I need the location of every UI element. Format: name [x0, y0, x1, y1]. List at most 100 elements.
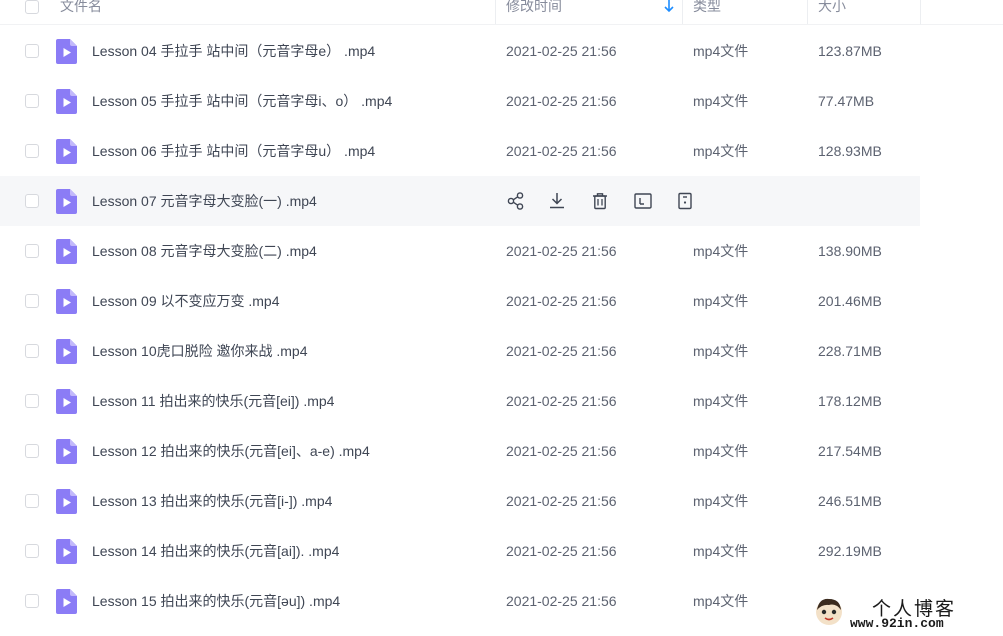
file-name[interactable]: Lesson 13 拍出来的快乐(元音[i-]) .mp4 — [92, 476, 332, 526]
row-checkbox[interactable] — [25, 544, 39, 558]
video-file-icon — [56, 439, 77, 464]
table-row[interactable]: Lesson 09 以不变应万变 .mp4 2021-02-25 21:56 mp4… — [0, 276, 920, 326]
table-row[interactable]: Lesson 14 拍出来的快乐(元音[ai]). .mp4 2021-02-25… — [0, 526, 920, 576]
table-row[interactable]: Lesson 05 手拉手 站中间（元音字母i、o） .mp4 2021-02-2… — [0, 76, 920, 126]
video-file-icon — [56, 339, 77, 364]
column-divider[interactable] — [495, 0, 496, 24]
file-type: mp4文件 — [693, 143, 749, 159]
file-type: mp4文件 — [693, 43, 749, 59]
file-size: 228.71MB — [818, 343, 882, 359]
row-checkbox[interactable] — [25, 494, 39, 508]
file-name[interactable]: Lesson 08 元音字母大变脸(二) .mp4 — [92, 226, 317, 276]
file-size: 128.93MB — [818, 143, 882, 159]
file-size: 201.46MB — [818, 293, 882, 309]
file-name[interactable]: Lesson 07 元音字母大变脸(一) .mp4 — [92, 176, 317, 226]
column-divider[interactable] — [807, 0, 808, 24]
table-row[interactable]: Lesson 07 元音字母大变脸(一) .mp4 — [0, 176, 920, 226]
file-size: 138.90MB — [818, 243, 882, 259]
file-name[interactable]: Lesson 11 拍出来的快乐(元音[ei]) .mp4 — [92, 376, 334, 426]
file-list-page: 文件名 修改时间 类型 大小 Lesson 04 手拉手 站中间（元音字母e） … — [0, 0, 1003, 636]
table-row[interactable]: Lesson 15 拍出来的快乐(元音[əu]) .mp4 2021-02-25 … — [0, 576, 920, 626]
column-divider[interactable] — [682, 0, 683, 24]
modified-time: 2021-02-25 21:56 — [506, 243, 617, 259]
select-all-checkbox[interactable] — [25, 0, 39, 14]
file-type: mp4文件 — [693, 593, 749, 609]
row-checkbox[interactable] — [25, 244, 39, 258]
row-checkbox[interactable] — [25, 594, 39, 608]
video-file-icon — [56, 139, 77, 164]
table-row[interactable]: Lesson 10虎口脱险 邀你来战 .mp4 2021-02-25 21:56 m… — [0, 326, 920, 376]
row-checkbox[interactable] — [25, 94, 39, 108]
watermark: 个人博客 www.92in.com — [810, 592, 1000, 634]
video-file-icon — [56, 589, 77, 614]
file-name[interactable]: Lesson 15 拍出来的快乐(元音[əu]) .mp4 — [92, 576, 340, 626]
file-type: mp4文件 — [693, 293, 749, 309]
row-checkbox[interactable] — [25, 194, 39, 208]
video-file-icon — [56, 389, 77, 414]
row-checkbox[interactable] — [25, 44, 39, 58]
video-file-icon — [56, 539, 77, 564]
modified-time: 2021-02-25 21:56 — [506, 443, 617, 459]
arrow-down-icon[interactable] — [663, 0, 675, 17]
column-header-name[interactable]: 文件名 — [60, 0, 102, 24]
row-checkbox[interactable] — [25, 344, 39, 358]
row-checkbox[interactable] — [25, 394, 39, 408]
video-file-icon — [56, 289, 77, 314]
file-name[interactable]: Lesson 12 拍出来的快乐(元音[ei]、a-e) .mp4 — [92, 426, 370, 476]
video-file-icon — [56, 39, 77, 64]
more-icon[interactable] — [674, 190, 696, 212]
row-checkbox[interactable] — [25, 294, 39, 308]
table-row[interactable]: Lesson 04 手拉手 站中间（元音字母e） .mp4 2021-02-25 … — [0, 26, 920, 76]
modified-time: 2021-02-25 21:56 — [506, 143, 617, 159]
file-list: Lesson 04 手拉手 站中间（元音字母e） .mp4 2021-02-25 … — [0, 26, 1003, 626]
column-header-size[interactable]: 大小 — [818, 0, 846, 24]
row-checkbox[interactable] — [25, 444, 39, 458]
modified-time: 2021-02-25 21:56 — [506, 593, 617, 609]
modified-time: 2021-02-25 21:56 — [506, 293, 617, 309]
file-size: 123.87MB — [818, 43, 882, 59]
table-row[interactable]: Lesson 13 拍出来的快乐(元音[i-]) .mp4 2021-02-25 … — [0, 476, 920, 526]
row-checkbox[interactable] — [25, 144, 39, 158]
table-header: 文件名 修改时间 类型 大小 — [0, 0, 920, 25]
table-row[interactable]: Lesson 06 手拉手 站中间（元音字母u） .mp4 2021-02-25 … — [0, 126, 920, 176]
table-row[interactable]: Lesson 12 拍出来的快乐(元音[ei]、a-e) .mp4 2021-02… — [0, 426, 920, 476]
file-type: mp4文件 — [693, 543, 749, 559]
download-icon[interactable] — [546, 190, 568, 212]
modified-time: 2021-02-25 21:56 — [506, 343, 617, 359]
file-size: 77.47MB — [818, 93, 875, 109]
file-type: mp4文件 — [693, 343, 749, 359]
video-file-icon — [56, 89, 77, 114]
file-type: mp4文件 — [693, 93, 749, 109]
modified-time: 2021-02-25 21:56 — [506, 393, 617, 409]
delete-icon[interactable] — [589, 190, 611, 212]
table-row[interactable]: Lesson 11 拍出来的快乐(元音[ei]) .mp4 2021-02-25 … — [0, 376, 920, 426]
column-header-type[interactable]: 类型 — [693, 0, 721, 24]
file-size: 217.54MB — [818, 443, 882, 459]
file-size: 246.51MB — [818, 493, 882, 509]
rename-icon[interactable] — [632, 190, 654, 212]
share-icon[interactable] — [505, 190, 527, 212]
table-row[interactable]: Lesson 08 元音字母大变脸(二) .mp4 2021-02-25 21:5… — [0, 226, 920, 276]
file-size: 292.19MB — [818, 543, 882, 559]
file-type: mp4文件 — [693, 393, 749, 409]
file-type: mp4文件 — [693, 443, 749, 459]
modified-time: 2021-02-25 21:56 — [506, 93, 617, 109]
file-name[interactable]: Lesson 05 手拉手 站中间（元音字母i、o） .mp4 — [92, 76, 392, 126]
video-file-icon — [56, 489, 77, 514]
file-type: mp4文件 — [693, 493, 749, 509]
column-header-time[interactable]: 修改时间 — [506, 0, 562, 24]
file-size: 178.12MB — [818, 393, 882, 409]
file-name[interactable]: Lesson 09 以不变应万变 .mp4 — [92, 276, 280, 326]
watermark-url: www.92in.com — [850, 616, 944, 631]
file-name[interactable]: Lesson 10虎口脱险 邀你来战 .mp4 — [92, 326, 308, 376]
modified-time: 2021-02-25 21:56 — [506, 543, 617, 559]
avatar-icon — [816, 598, 842, 625]
modified-time: 2021-02-25 21:56 — [506, 43, 617, 59]
video-file-icon — [56, 189, 77, 214]
file-name[interactable]: Lesson 14 拍出来的快乐(元音[ai]). .mp4 — [92, 526, 339, 576]
header-spacer — [920, 0, 1003, 25]
file-name[interactable]: Lesson 04 手拉手 站中间（元音字母e） .mp4 — [92, 26, 375, 76]
file-type: mp4文件 — [693, 243, 749, 259]
file-name[interactable]: Lesson 06 手拉手 站中间（元音字母u） .mp4 — [92, 126, 375, 176]
modified-time: 2021-02-25 21:56 — [506, 493, 617, 509]
